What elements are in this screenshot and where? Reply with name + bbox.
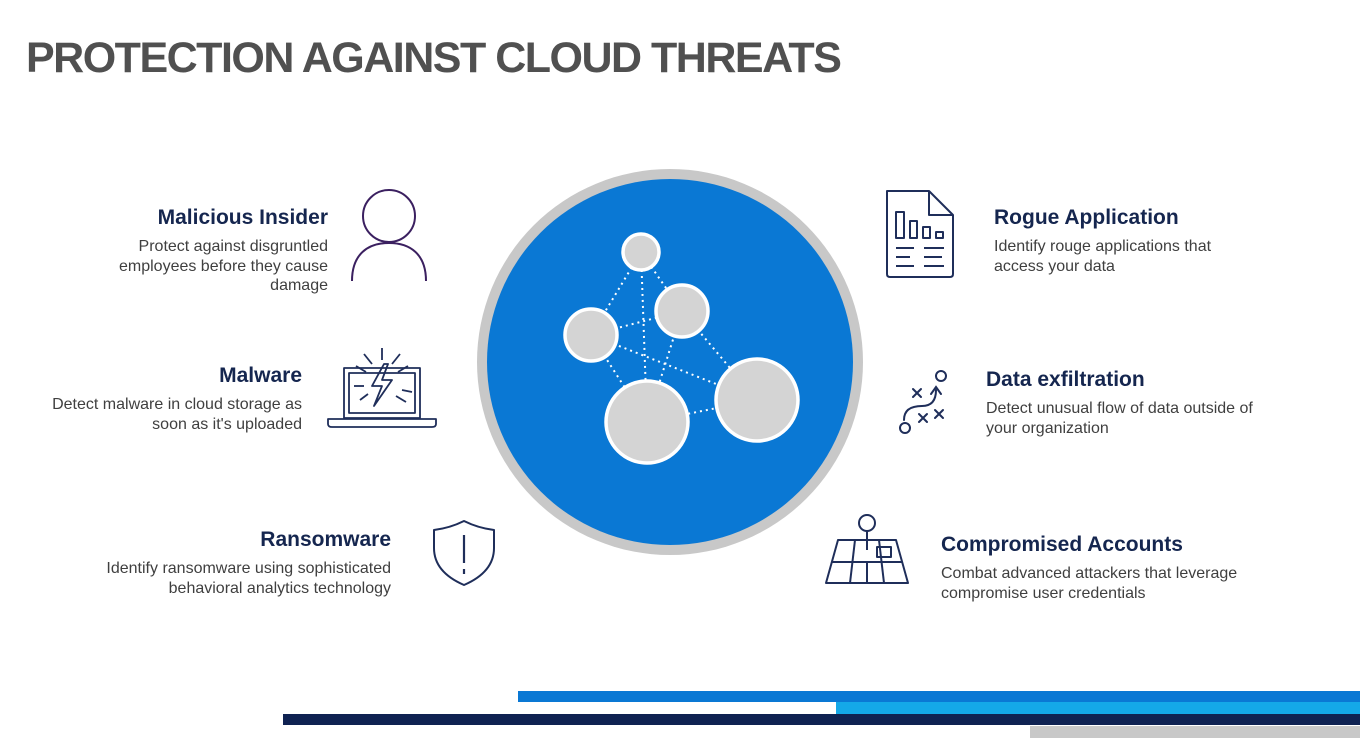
description-line: access your data xyxy=(994,257,1115,275)
threat-heading: Rogue Application xyxy=(994,206,1179,229)
description-line: your organization xyxy=(986,419,1109,437)
threat-description: Combat advanced attackers that leverage … xyxy=(941,564,1336,603)
page-title: PROTECTION AGAINST CLOUD THREATS xyxy=(26,34,842,82)
user-icon xyxy=(351,189,427,282)
description-line: Identify ransomware using sophisticated xyxy=(106,560,391,577)
threat-malware: Malware Detect malware in cloud storage … xyxy=(0,363,302,434)
strategy-play-icon xyxy=(899,370,947,434)
network-graph-icon xyxy=(477,169,863,555)
threat-rogue-application: Rogue Application Identify rouge applica… xyxy=(994,205,1334,276)
graph-node xyxy=(604,379,690,465)
report-document-icon xyxy=(886,190,954,278)
threat-heading: Malicious Insider xyxy=(157,206,328,229)
threat-heading: Malware xyxy=(219,364,302,387)
description-line: Combat advanced attackers that leverage xyxy=(941,565,1238,582)
threat-heading: Compromised Accounts xyxy=(941,533,1183,556)
description-line: Detect unusual flow of data outside of xyxy=(986,400,1253,417)
threat-description: Detect malware in cloud storage as soon … xyxy=(0,395,302,434)
threat-compromised-accounts: Compromised Accounts Combat advanced att… xyxy=(941,532,1336,603)
decorative-bar-blue xyxy=(518,691,1360,702)
description-line: behavioral analytics technology xyxy=(168,579,391,597)
decorative-bar-cyan xyxy=(836,702,1360,714)
description-line: soon as it's uploaded xyxy=(152,415,302,433)
threat-description: Identify rouge applications that access … xyxy=(994,237,1334,276)
threat-ransomware: Ransomware Identify ransomware using sop… xyxy=(40,527,391,598)
decorative-bar-gray xyxy=(1030,726,1360,738)
shield-alert-icon xyxy=(433,520,495,586)
threat-description: Detect unusual flow of data outside of y… xyxy=(986,399,1336,438)
threat-description: Protect against disgruntled employees be… xyxy=(60,237,328,296)
graph-node xyxy=(621,232,661,272)
threat-data-exfiltration: Data exfiltration Detect unusual flow of… xyxy=(986,367,1336,438)
laptop-lightning-icon xyxy=(327,348,437,428)
blue-disc xyxy=(487,179,853,545)
graph-node xyxy=(714,357,800,443)
decorative-bar-navy xyxy=(283,714,1360,725)
description-line: Identify rouge applications that xyxy=(994,238,1212,255)
description-line: Protect against disgruntled xyxy=(138,238,328,255)
threat-malicious-insider: Malicious Insider Protect against disgru… xyxy=(60,205,328,296)
threat-heading: Data exfiltration xyxy=(986,368,1145,391)
description-line: damage xyxy=(270,277,328,294)
description-line: employees before they cause xyxy=(118,257,328,275)
description-line: compromise user credentials xyxy=(941,584,1146,602)
graph-node xyxy=(654,283,710,339)
threat-description: Identify ransomware using sophisticated … xyxy=(40,559,391,598)
graph-node xyxy=(563,307,619,363)
description-line: Detect malware in cloud storage as xyxy=(52,396,302,413)
map-pin-icon xyxy=(825,514,909,584)
threat-heading: Ransomware xyxy=(260,528,391,551)
